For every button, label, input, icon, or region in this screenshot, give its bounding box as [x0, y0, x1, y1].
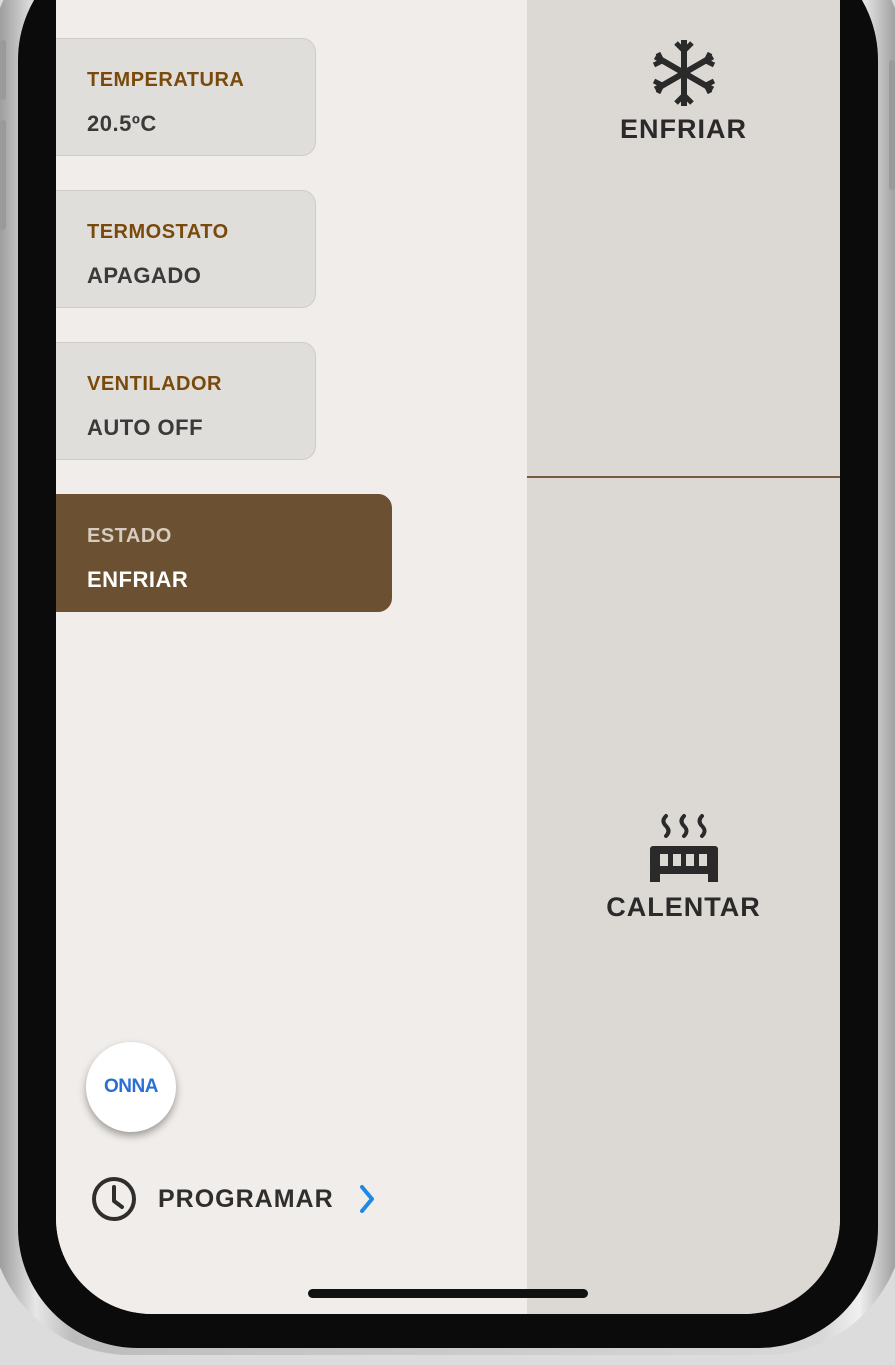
fan-card[interactable]: VENTILADOR AUTO OFF — [56, 342, 316, 460]
state-label: ESTADO — [87, 525, 172, 547]
snowflake-icon — [652, 40, 715, 106]
home-indicator[interactable] — [308, 1289, 588, 1298]
volume-button — [0, 120, 6, 230]
heat-mode-label: CALENTAR — [606, 892, 761, 922]
thermostat-label: TERMOSTATO — [87, 221, 229, 243]
temperature-value: 20.5ºC — [87, 111, 157, 136]
cool-mode-button[interactable]: ENFRIAR — [527, 38, 840, 145]
state-card[interactable]: ESTADO ENFRIAR — [56, 494, 392, 612]
onna-logo-button[interactable]: ONNA — [86, 1042, 176, 1132]
fan-value: AUTO OFF — [87, 415, 204, 440]
state-value: ENFRIAR — [87, 567, 189, 592]
onna-logo: ONNA — [104, 1076, 158, 1097]
temperature-card[interactable]: TEMPERATURA 20.5ºC — [56, 38, 316, 156]
mode-divider — [527, 476, 840, 478]
mode-panel — [527, 0, 840, 1314]
volume-button — [0, 40, 6, 100]
temperature-label: TEMPERATURA — [87, 69, 245, 91]
thermostat-card[interactable]: TERMOSTATO APAGADO — [56, 190, 316, 308]
heater-icon — [649, 814, 718, 882]
chevron-right-icon[interactable] — [358, 1184, 376, 1214]
clock-icon — [92, 1177, 136, 1221]
power-button — [889, 60, 895, 190]
heat-mode-button[interactable]: CALENTAR — [527, 812, 840, 923]
thermostat-value: APAGADO — [87, 263, 202, 288]
schedule-label: PROGRAMAR — [158, 1184, 334, 1213]
fan-label: VENTILADOR — [87, 373, 222, 395]
schedule-row[interactable]: PROGRAMAR — [90, 1174, 376, 1224]
cool-mode-label: ENFRIAR — [620, 114, 747, 144]
app-screen: TEMPERATURA 20.5ºC TERMOSTATO APAGADO VE… — [56, 0, 840, 1314]
